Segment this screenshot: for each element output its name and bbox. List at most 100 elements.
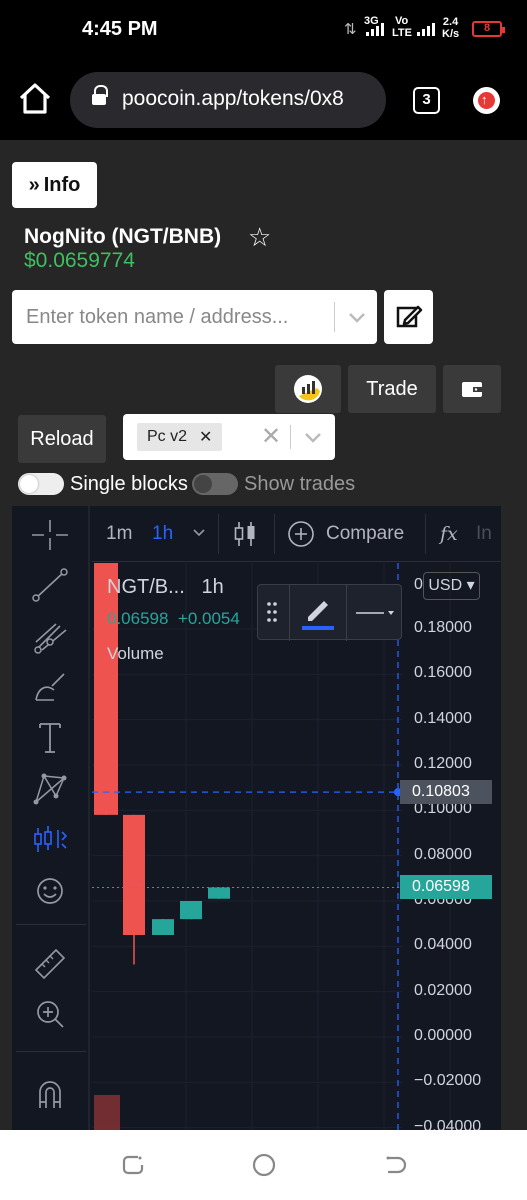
clear-icon[interactable]: ✕	[261, 423, 281, 451]
volume-legend: Volume	[107, 644, 164, 663]
indicators-fx-icon[interactable]: fx	[440, 523, 458, 545]
candle-body	[180, 901, 202, 920]
show-trades-toggle[interactable]	[192, 473, 238, 495]
update-icon[interactable]: ↑	[473, 87, 500, 114]
crosshair-icon[interactable]	[26, 514, 74, 556]
back-icon[interactable]	[380, 1150, 410, 1180]
candle-body	[94, 563, 118, 815]
status-time: 4:45 PM	[82, 18, 158, 40]
single-blocks-toggle[interactable]	[18, 473, 64, 495]
trade-button[interactable]: Trade	[348, 365, 436, 413]
toolbar-divider	[16, 924, 86, 925]
pencil-color-icon[interactable]	[298, 593, 338, 633]
router-version-select[interactable]: Pc v2 ✕ ✕	[123, 414, 335, 460]
wallet-button[interactable]	[443, 365, 501, 413]
y-axis-tick: 0.18000	[414, 619, 472, 636]
home-icon[interactable]	[18, 82, 52, 116]
magnet-icon[interactable]	[26, 1074, 74, 1116]
y-axis-tick: 0.02000	[414, 981, 472, 999]
toolbar-divider	[274, 514, 275, 554]
y-axis-tick: −0.02000	[414, 1072, 482, 1090]
chart-legend-values: 0.06598 +0.0054	[107, 609, 240, 628]
candle-body	[208, 887, 230, 899]
browser-toolbar: poocoin.app/tokens/0x8 3 ↑	[0, 60, 527, 140]
y-axis-tick: 0	[414, 576, 423, 593]
info-button[interactable]: » Info	[12, 162, 97, 208]
home-nav-icon[interactable]	[249, 1150, 279, 1180]
poocoin-logo-icon	[294, 375, 322, 403]
signal-icon-1	[366, 22, 384, 36]
chevron-down-icon[interactable]	[192, 528, 206, 538]
pitchfork-icon[interactable]	[26, 616, 74, 658]
chevron-down-icon[interactable]	[342, 302, 372, 332]
wallet-icon	[462, 382, 482, 397]
tradingview-chart: 1m 1h Compare fx In NGT/B... 1h 0.06598 …	[12, 506, 501, 1130]
pattern-icon[interactable]	[26, 768, 74, 810]
edit-icon[interactable]	[384, 290, 433, 344]
prediction-icon[interactable]	[26, 818, 74, 860]
signal-icon-2	[417, 22, 435, 36]
recents-icon[interactable]	[118, 1150, 148, 1180]
y-axis-tick: −0.04000	[414, 1117, 482, 1130]
version-chip: Pc v2 ✕	[137, 423, 223, 451]
drag-handle-icon[interactable]	[266, 599, 278, 625]
poocoin-page: » Info NogNito (NGT/BNB) ☆ $0.0659774 Tr…	[0, 140, 527, 1130]
network-lte-label: LTE	[392, 27, 412, 39]
toolbar-divider	[218, 514, 219, 554]
crosshair-price-label: 0.10803	[400, 780, 492, 805]
network-vo-label: Vo	[395, 15, 409, 27]
candles-icon[interactable]	[232, 520, 258, 548]
compare-button[interactable]: Compare	[326, 523, 404, 545]
system-nav-bar	[0, 1130, 527, 1200]
chevron-down-icon[interactable]	[299, 423, 327, 451]
emoji-icon[interactable]	[26, 870, 74, 912]
status-bar: 4:45 PM ⇅ 3G Vo LTE 2.4 K/s 8	[0, 0, 527, 60]
search-divider	[334, 302, 335, 332]
y-axis-tick: 0.12000	[414, 755, 472, 772]
select-divider	[290, 425, 291, 449]
ruler-icon[interactable]	[26, 942, 74, 984]
lock-icon	[92, 85, 108, 107]
show-trades-label: Show trades	[244, 473, 356, 495]
reload-button[interactable]: Reload	[18, 415, 106, 463]
net-speed: 2.4 K/s	[442, 16, 460, 40]
toolbar-divider	[16, 1051, 86, 1052]
data-arrows-icon: ⇅	[344, 21, 357, 38]
chart-top-toolbar: 1m 1h Compare fx In	[92, 506, 501, 562]
interval-1m-button[interactable]: 1m	[106, 523, 132, 545]
currency-selector[interactable]: USD ▾	[423, 572, 480, 600]
tab-switcher-button[interactable]: 3	[413, 87, 440, 114]
y-axis-tick: 0.04000	[414, 936, 472, 954]
favorite-star-icon[interactable]: ☆	[248, 224, 271, 250]
poocoin-logo-button[interactable]	[275, 365, 341, 413]
last-price-label: 0.06598	[400, 875, 492, 900]
address-bar[interactable]: poocoin.app/tokens/0x8	[70, 72, 386, 128]
candle-body	[152, 919, 174, 935]
zoom-in-icon[interactable]	[26, 993, 74, 1035]
trend-line-icon[interactable]	[26, 564, 74, 606]
y-axis-tick: 0.14000	[414, 709, 472, 727]
token-search-input[interactable]	[26, 290, 322, 344]
toolbar-divider	[425, 514, 426, 554]
text-icon[interactable]	[26, 716, 74, 758]
indicators-button[interactable]: In	[476, 523, 492, 545]
line-style-icon[interactable]	[354, 603, 398, 623]
url-text: poocoin.app/tokens/0x8	[122, 87, 344, 110]
single-blocks-label: Single blocks	[70, 473, 188, 495]
token-name: NogNito (NGT/BNB)	[24, 225, 222, 248]
remove-chip-icon[interactable]: ✕	[199, 427, 212, 447]
brush-icon[interactable]	[26, 666, 74, 708]
double-chevron-icon: »	[28, 173, 40, 196]
drawing-toolbar	[12, 506, 90, 1130]
floating-drawing-toolbar	[257, 584, 402, 641]
compare-plus-icon[interactable]	[287, 520, 315, 548]
chart-legend-symbol: NGT/B... 1h	[107, 576, 224, 598]
candle-body	[123, 814, 145, 935]
y-axis-tick: 0.00000	[414, 1027, 472, 1044]
interval-1h-button[interactable]: 1h	[152, 523, 173, 545]
toolbar-divider	[289, 585, 290, 641]
chart-legend-interval: 1h	[201, 576, 224, 598]
token-price: $0.0659774	[24, 249, 135, 272]
volume-bar	[94, 1095, 120, 1130]
y-axis-tick: 0.16000	[414, 664, 472, 682]
